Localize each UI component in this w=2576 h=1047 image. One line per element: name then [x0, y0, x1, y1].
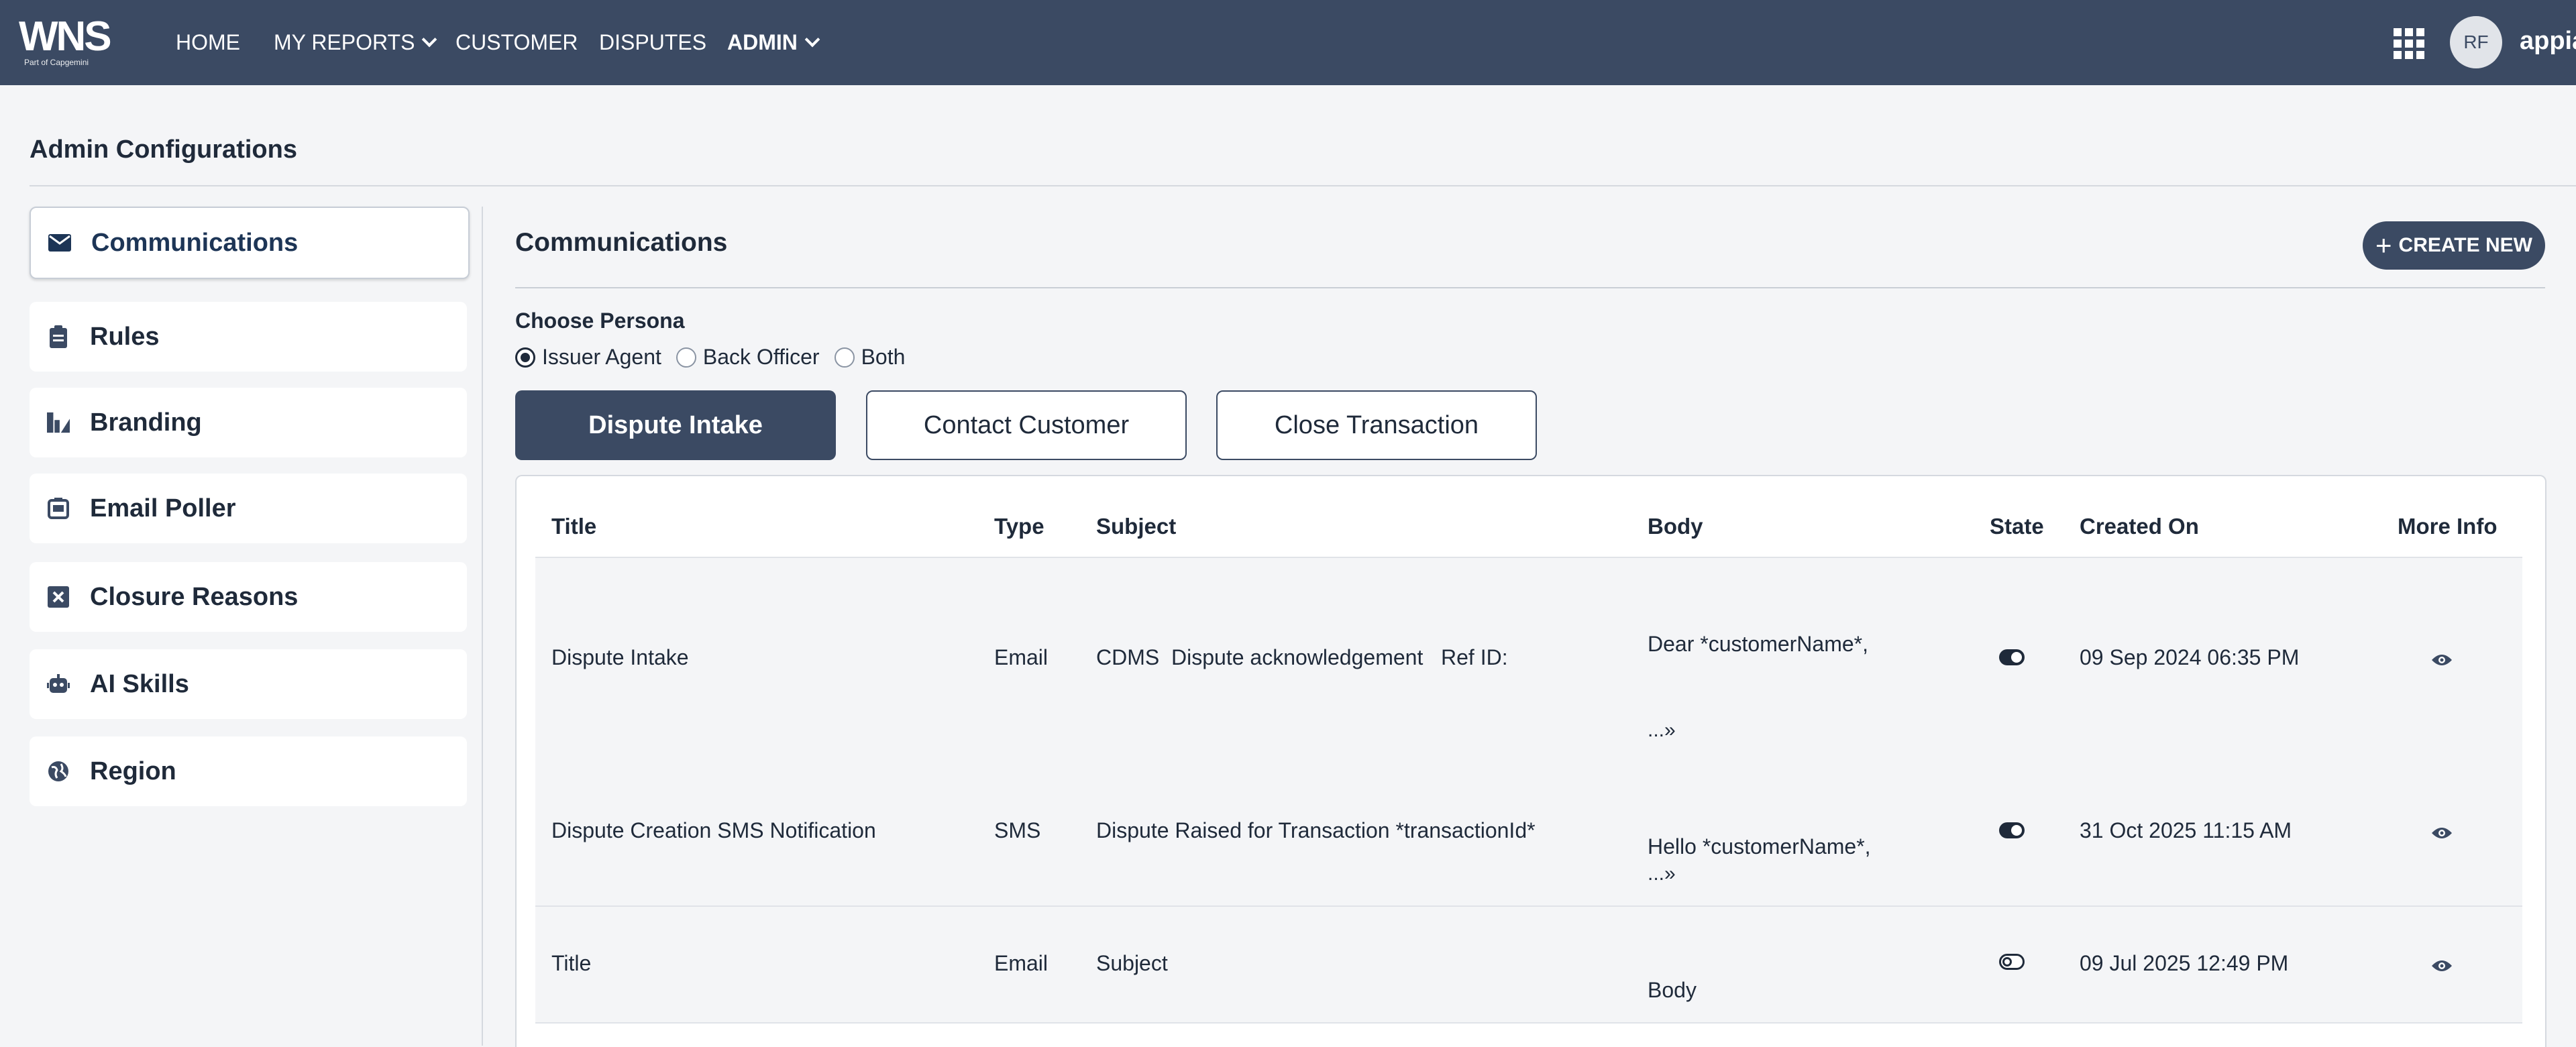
sidebar-item-label: Communications [91, 228, 299, 257]
sidebar-item-communications[interactable]: Communications [30, 207, 470, 279]
sidebar-item-label: Branding [90, 408, 202, 437]
tab-contact-customer[interactable]: Contact Customer [866, 390, 1187, 460]
radio-label: Back Officer [702, 345, 820, 369]
sidebar-item-ai-skills[interactable]: AI Skills [30, 649, 467, 719]
sidebar-item-label: Region [90, 757, 176, 785]
radio-button[interactable] [834, 347, 855, 368]
nav-my-reports[interactable]: MY REPORTS [274, 0, 437, 85]
tab-dispute-intake[interactable]: Dispute Intake [515, 390, 836, 460]
sidebar-item-label: AI Skills [90, 669, 189, 698]
cell-body: Body [1648, 978, 1697, 1002]
nav-home-label: HOME [176, 30, 240, 54]
clipboard-icon [47, 325, 70, 348]
logo-tagline: Part of Capgemini [24, 58, 89, 67]
eye-icon[interactable] [2431, 653, 2453, 667]
create-new-label: CREATE NEW [2398, 234, 2532, 256]
cell-title: Title [551, 951, 592, 975]
branding-icon [47, 411, 70, 434]
radio-back-officer[interactable]: Back Officer [676, 345, 820, 370]
cell-body: Hello *customerName*, [1648, 834, 1871, 859]
divider [515, 287, 2545, 288]
table-row[interactable]: Dispute Creation SMS Notification SMS Di… [535, 761, 2522, 907]
cell-created-on: 31 Oct 2025 11:15 AM [2080, 818, 2292, 842]
eye-icon[interactable] [2431, 959, 2453, 973]
radio-label: Both [861, 345, 906, 369]
cell-subject: CDMS Dispute acknowledgement Ref ID: [1096, 645, 1508, 669]
nav-disputes[interactable]: DISPUTES [599, 0, 706, 85]
avatar[interactable]: RF [2450, 16, 2502, 68]
state-toggle[interactable] [1999, 649, 2025, 665]
nav-customer[interactable]: CUSTOMER [455, 0, 578, 85]
radio-label: Issuer Agent [542, 345, 661, 369]
email-poller-icon [47, 497, 70, 520]
cell-body: Dear *customerName*, [1648, 632, 1868, 656]
cell-type: Email [994, 951, 1049, 975]
nav-customer-label: CUSTOMER [455, 30, 578, 54]
cell-type: SMS [994, 818, 1041, 842]
state-toggle[interactable] [1999, 954, 2025, 970]
sidebar-item-label: Closure Reasons [90, 582, 299, 611]
wns-logo[interactable]: WNS Part of Capgemini [19, 13, 112, 68]
nav-home[interactable]: HOME [176, 0, 240, 85]
column-header-created-on[interactable]: Created On [2080, 514, 2199, 539]
cell-subject: Subject [1096, 951, 1168, 975]
plus-icon: + [2375, 229, 2392, 261]
radio-issuer-agent[interactable]: Issuer Agent [515, 345, 661, 370]
nav-admin[interactable]: ADMIN [727, 0, 820, 85]
sidebar-item-rules[interactable]: Rules [30, 302, 467, 372]
chevron-down-icon [804, 32, 820, 47]
column-header-subject[interactable]: Subject [1096, 514, 1176, 539]
nav-admin-label: ADMIN [727, 30, 798, 54]
read-more-link[interactable]: ...» [1648, 863, 1676, 885]
create-new-button[interactable]: + CREATE NEW [2363, 221, 2545, 270]
sidebar-item-label: Email Poller [90, 494, 236, 522]
tab-close-transaction[interactable]: Close Transaction [1216, 390, 1537, 460]
envelope-icon [48, 231, 71, 254]
cell-created-on: 09 Sep 2024 06:35 PM [2080, 645, 2300, 669]
user-name[interactable]: appian [2520, 27, 2576, 56]
cell-title: Dispute Intake [551, 645, 689, 669]
logo-text: WNS [19, 13, 112, 60]
radio-button[interactable] [676, 347, 696, 368]
sidebar-divider [482, 207, 483, 1046]
nav-my-reports-label: MY REPORTS [274, 30, 415, 54]
sidebar-item-closure-reasons[interactable]: Closure Reasons [30, 562, 467, 632]
state-toggle[interactable] [1999, 822, 2025, 838]
persona-radio-group: Issuer Agent Back Officer Both [515, 345, 920, 370]
robot-icon [47, 673, 70, 696]
sidebar-item-branding[interactable]: Branding [30, 388, 467, 457]
radio-both[interactable]: Both [834, 345, 906, 370]
persona-label: Choose Persona [515, 309, 685, 333]
sidebar-item-email-poller[interactable]: Email Poller [30, 474, 467, 543]
chevron-down-icon [422, 32, 437, 47]
divider [30, 185, 2576, 186]
column-header-title[interactable]: Title [551, 514, 596, 539]
radio-button[interactable] [515, 347, 535, 368]
nav-disputes-label: DISPUTES [599, 30, 707, 54]
column-header-type[interactable]: Type [994, 514, 1044, 539]
sidebar-item-region[interactable]: Region [30, 736, 467, 806]
cell-type: Email [994, 645, 1049, 669]
cell-title: Dispute Creation SMS Notification [551, 818, 876, 842]
eye-icon[interactable] [2431, 826, 2453, 840]
column-header-more-info: More Info [2398, 514, 2498, 539]
page-title: Admin Configurations [30, 135, 297, 164]
table-row[interactable]: Title Email Subject Body 09 Jul 2025 12:… [535, 907, 2522, 1024]
x-square-icon [47, 586, 70, 608]
sidebar-item-label: Rules [90, 322, 160, 351]
read-more-link[interactable]: ...» [1648, 719, 1676, 742]
globe-icon [47, 760, 70, 783]
app-launcher-grid-icon[interactable] [2394, 28, 2424, 59]
cell-created-on: 09 Jul 2025 12:49 PM [2080, 951, 2289, 975]
top-navigation-bar: WNS Part of Capgemini HOME MY REPORTS CU… [0, 0, 2576, 85]
column-header-state[interactable]: State [1990, 514, 2044, 539]
cell-subject: Dispute Raised for Transaction *transact… [1096, 818, 1536, 842]
table-header: Title Type Subject Body State Created On… [535, 510, 2522, 557]
column-header-body[interactable]: Body [1648, 514, 1703, 539]
table-row[interactable]: Dispute Intake Email CDMS Dispute acknow… [535, 557, 2522, 762]
section-title: Communications [515, 228, 728, 257]
